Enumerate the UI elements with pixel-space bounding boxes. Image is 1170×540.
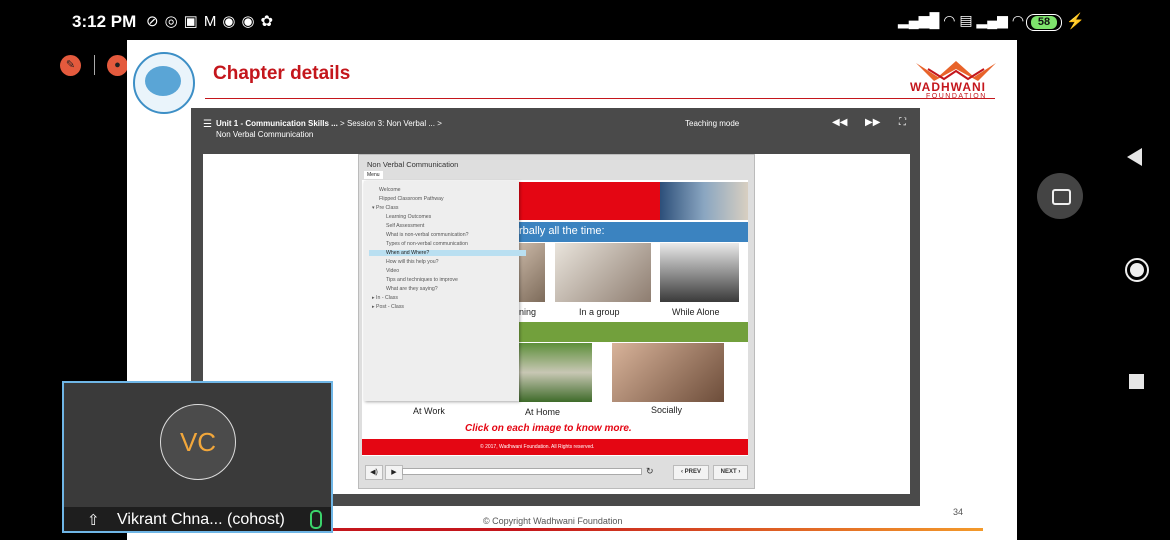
green-banner — [519, 322, 748, 342]
menu-item[interactable]: ▾ Pre Class — [372, 205, 399, 211]
page-title: Chapter details — [213, 63, 351, 84]
image-label: At Home — [525, 407, 561, 417]
breadcrumb-unit[interactable]: Unit 1 - Communication Skills ... — [216, 119, 338, 128]
image-label: While Alone — [672, 307, 720, 317]
menu-item[interactable]: How will this help you? — [386, 259, 438, 265]
title-underline — [205, 98, 995, 99]
mic-icon[interactable] — [310, 510, 322, 529]
avatar: VC — [160, 404, 236, 480]
share-icon[interactable]: ⇧ — [87, 511, 100, 529]
play-icon[interactable]: ▶ — [385, 465, 403, 480]
divider — [94, 55, 95, 75]
replay-icon[interactable]: ↻ — [646, 466, 654, 477]
rewind-icon[interactable]: ◀◀ — [832, 117, 847, 128]
brand-subtitle: FOUNDATION — [926, 93, 987, 100]
wifi-icon: ◠ — [1011, 12, 1025, 28]
progress-bar[interactable] — [402, 468, 642, 475]
back-icon[interactable] — [1127, 148, 1142, 166]
breadcrumb-session[interactable]: Session 3: Non Verbal ... — [347, 119, 435, 128]
battery-icon: 58 — [1026, 14, 1062, 31]
menu-item[interactable]: ▸ In - Class — [372, 295, 398, 301]
prev-button[interactable]: ‹ PREV — [673, 465, 709, 480]
menu-item[interactable]: What are they saying? — [386, 286, 438, 292]
signal-icon: ▂▄▆ — [976, 12, 1008, 28]
signal-icon: ▂▄▆█ — [898, 12, 940, 28]
module-footer-text: © 2017, Wadhwani Foundation. All Rights … — [480, 444, 595, 450]
social-image[interactable] — [612, 343, 724, 402]
menu-item[interactable]: Types of non-verbal communication — [386, 241, 468, 247]
banner-text: rbally all the time: — [519, 225, 605, 237]
system-icons: ▂▄▆█ ◠ ▤ ▂▄▆ ◠ — [898, 12, 1024, 29]
game-icon: ✿ — [260, 13, 280, 30]
chrome-icon: ◉ — [241, 13, 261, 30]
volume-icon[interactable]: ◀) — [365, 465, 383, 480]
home-image[interactable] — [519, 343, 592, 402]
notification-icons: ⊘◎▣M◉◉✿ — [146, 12, 279, 30]
click-prompt: Click on each image to know more. — [465, 423, 632, 434]
brand-name: WADHWANI — [910, 80, 986, 94]
image-label: At Work — [413, 406, 445, 416]
volte-icon: ▤ — [959, 12, 973, 28]
fast-forward-icon[interactable]: ▶▶ — [865, 117, 880, 128]
breadcrumb: Unit 1 - Communication Skills ... > Sess… — [216, 119, 442, 128]
menu-item-selected[interactable]: When and Where? — [369, 250, 526, 256]
alone-image[interactable] — [660, 243, 739, 302]
recents-icon[interactable] — [1037, 173, 1083, 219]
image-label: Socially — [651, 405, 683, 415]
screen-icon: ▣ — [183, 13, 204, 30]
next-button[interactable]: NEXT › — [713, 465, 748, 480]
copyright-text: © Copyright Wadhwani Foundation — [483, 516, 623, 526]
team-photo — [660, 182, 748, 220]
module-menu: Welcome Flipped Classroom Pathway ▾ Pre … — [364, 181, 526, 401]
menu-item[interactable]: What is non-verbal communication? — [386, 232, 468, 238]
wifi-icon: ◠ — [943, 12, 956, 28]
menu-icon[interactable]: ☰ — [203, 119, 212, 130]
menu-tab[interactable]: Menu — [364, 171, 383, 179]
menu-item[interactable]: Flipped Classroom Pathway — [379, 196, 444, 202]
annotate-icon[interactable]: ✎ — [60, 55, 81, 76]
charging-icon: ⚡ — [1066, 13, 1085, 30]
stop-share-icon[interactable] — [1129, 374, 1144, 389]
cbse-logo — [133, 52, 195, 114]
menu-item[interactable]: ▸ Post - Class — [372, 304, 404, 310]
image-label: In a group — [579, 307, 620, 317]
menu-item[interactable]: Self Assessment — [386, 223, 424, 229]
chain-icon: ⊘ — [146, 13, 165, 30]
menu-item[interactable]: Tips and techniques to improve — [386, 277, 458, 283]
participant-name: Vikrant Chna... (cohost) — [117, 511, 285, 528]
chrome-icon: ◉ — [222, 13, 242, 30]
whatsapp-icon: ◎ — [164, 13, 184, 30]
menu-item[interactable]: Learning Outcomes — [386, 214, 431, 220]
status-time: 3:12 PM — [72, 12, 137, 31]
mode-label[interactable]: Teaching mode — [685, 119, 739, 128]
page-number: 34 — [953, 507, 964, 517]
menu-item[interactable]: Welcome — [379, 187, 401, 193]
image-label: ning — [519, 307, 537, 317]
home-icon[interactable] — [1125, 258, 1149, 282]
record-icon[interactable]: ● — [107, 55, 128, 76]
menu-item[interactable]: Video — [386, 268, 399, 274]
m-icon: M — [203, 13, 223, 30]
module-title: Non Verbal Communication — [367, 160, 459, 169]
fullscreen-icon[interactable]: ⛶ — [899, 117, 906, 128]
group-image[interactable] — [555, 243, 651, 302]
breadcrumb-page: Non Verbal Communication — [216, 130, 314, 139]
